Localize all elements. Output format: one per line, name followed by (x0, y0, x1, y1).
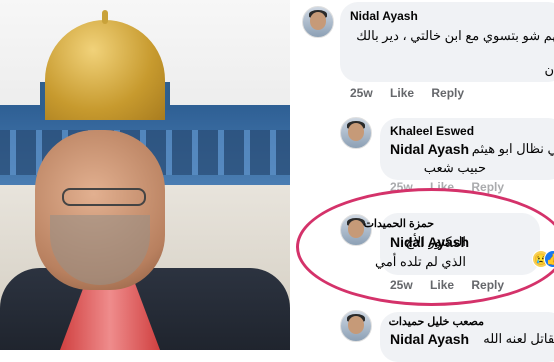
photo-glasses (62, 188, 146, 206)
comment-author[interactable]: حمزة الحميدات (364, 217, 434, 230)
comment-text: حبيب شعب (423, 160, 486, 175)
comment-age: 25w (390, 180, 413, 194)
comment-actions: 25w Like Reply (390, 278, 518, 292)
comment-text: يهم شو بتسوي مع ابن خالتي ، دير بالك (356, 28, 554, 43)
reply-button[interactable]: Reply (471, 278, 504, 292)
comment-text: ن (544, 62, 554, 77)
comment-mention[interactable]: Nidal Ayash (390, 141, 469, 157)
profile-photo (0, 0, 290, 350)
comment-text: بي نظال ابو هيثم (471, 141, 554, 156)
comment-age: 25w (350, 86, 373, 100)
photo-dome (35, 10, 175, 120)
avatar[interactable] (302, 6, 334, 38)
comment-actions: 25w Like Reply (390, 180, 518, 194)
avatar[interactable] (340, 117, 372, 149)
reply-button[interactable]: Reply (431, 86, 464, 100)
like-button[interactable]: Like (430, 180, 454, 194)
avatar[interactable] (340, 310, 372, 342)
comment-actions: 25w Like Reply (350, 86, 478, 100)
like-reaction-icon[interactable]: 👍 (544, 250, 554, 268)
comment-author[interactable]: Khaleel Eswed (390, 124, 474, 138)
comment-author[interactable]: Nidal Ayash (350, 9, 418, 23)
comment-text: الذي لم تلده أمي (375, 254, 466, 269)
like-button[interactable]: Like (430, 278, 454, 292)
comment-author[interactable]: مصعب خليل حميدات (389, 315, 484, 328)
reply-button[interactable]: Reply (471, 180, 504, 194)
comment-mention[interactable]: Nidal Ayash (390, 331, 469, 347)
comment-age: 25w (390, 278, 413, 292)
comment-text: القاتل لعنه الله (483, 331, 554, 346)
like-button[interactable]: Like (390, 86, 414, 100)
comment-text: الدكتور الأخ (405, 234, 466, 249)
